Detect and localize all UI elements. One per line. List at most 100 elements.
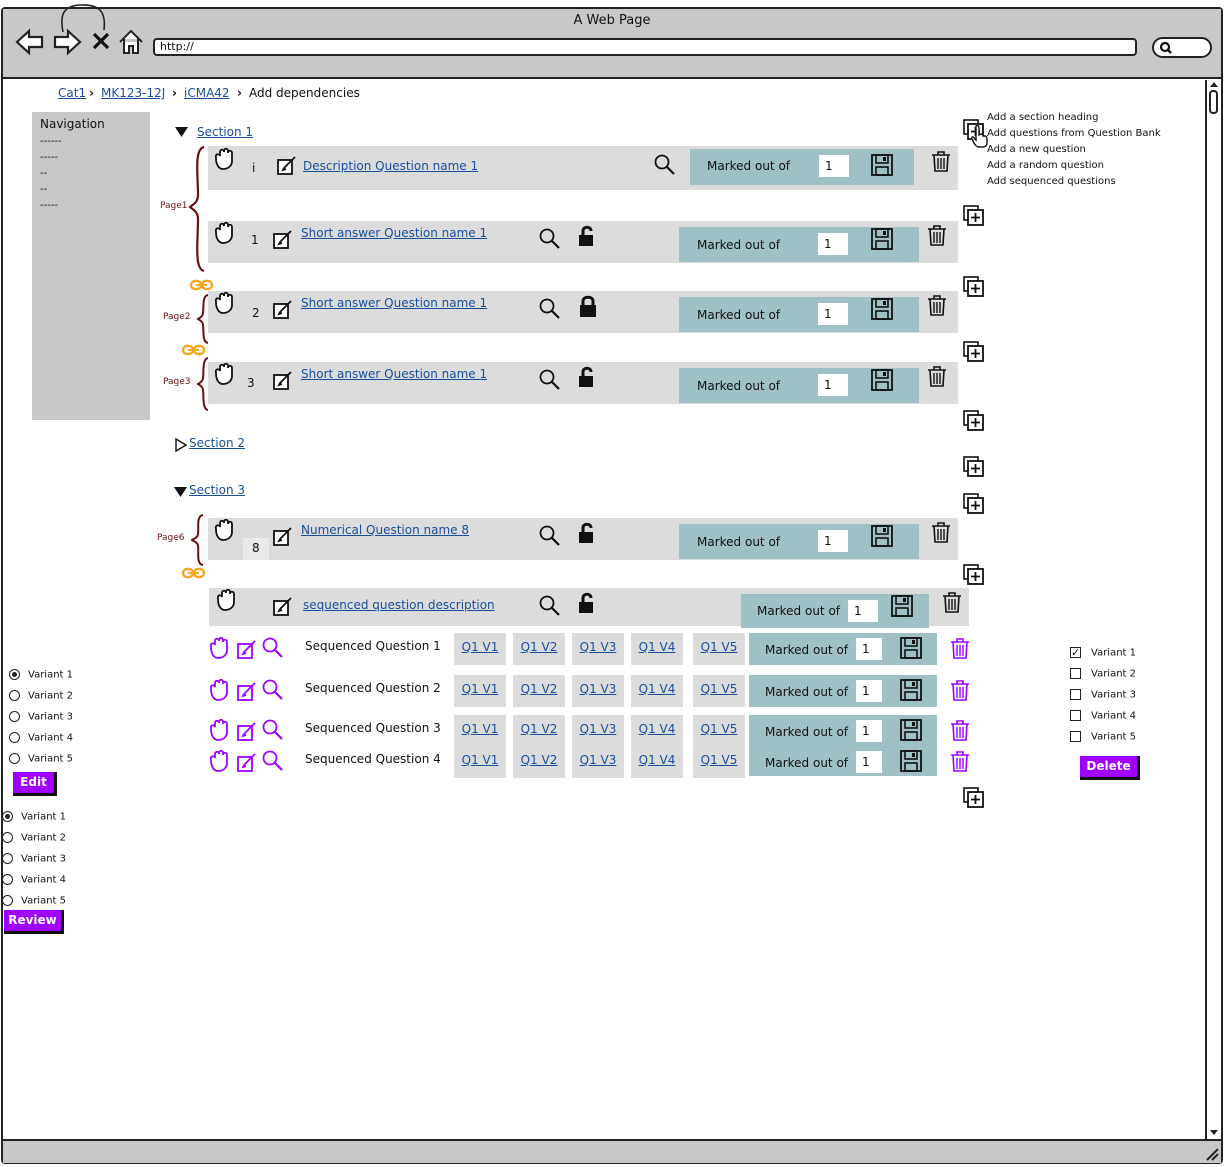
radio-selected-icon[interactable] — [9, 669, 20, 680]
delete-trash-icon[interactable] — [927, 366, 947, 387]
add-item-icon[interactable] — [963, 276, 985, 298]
save-icon[interactable] — [900, 637, 922, 659]
variant-link[interactable]: Q1 V5 — [693, 675, 745, 707]
variant-link[interactable]: Q1 V1 — [454, 746, 506, 778]
variant-edit-option[interactable]: Variant 5 — [9, 753, 73, 765]
section-collapsed-icon[interactable] — [175, 437, 188, 453]
add-item-icon[interactable] — [963, 341, 985, 363]
link-icon[interactable] — [189, 279, 214, 291]
unlock-icon[interactable] — [578, 522, 596, 544]
variant-delete-option[interactable]: Variant 3 — [1070, 689, 1136, 701]
variant-review-option[interactable]: Variant 5 — [2, 895, 66, 907]
scroll-down-icon[interactable] — [1209, 1129, 1219, 1136]
marked-out-of-input[interactable]: 1 — [856, 751, 882, 773]
variant-link[interactable]: Q1 V3 — [572, 633, 624, 665]
scroll-up-icon[interactable] — [1209, 81, 1219, 88]
save-icon[interactable] — [871, 369, 893, 391]
variant-link[interactable]: Q1 V3 — [572, 715, 624, 747]
drag-handle-icon[interactable] — [208, 678, 230, 701]
variant-review-option[interactable]: Variant 2 — [2, 832, 66, 844]
radio-icon[interactable] — [9, 711, 20, 722]
save-icon[interactable] — [871, 154, 893, 176]
save-icon[interactable] — [900, 719, 922, 741]
delete-trash-icon[interactable] — [927, 295, 947, 316]
delete-button[interactable]: Delete — [1080, 756, 1140, 780]
edit-button[interactable]: Edit — [13, 772, 57, 796]
preview-search-icon[interactable] — [539, 228, 561, 250]
unlock-icon[interactable] — [578, 592, 596, 614]
question-name-link[interactable]: Short answer Question name 1 — [301, 226, 487, 240]
review-button[interactable]: Review — [4, 910, 64, 934]
variant-link[interactable]: Q1 V2 — [513, 633, 565, 665]
variant-link[interactable]: Q1 V1 — [454, 675, 506, 707]
checkbox-checked-icon[interactable]: ✓ — [1070, 647, 1081, 658]
preview-search-icon[interactable] — [539, 525, 561, 547]
save-icon[interactable] — [900, 679, 922, 701]
breadcrumb-mk123[interactable]: MK123-12J — [101, 86, 165, 100]
marked-out-of-input[interactable]: 1 — [819, 155, 849, 177]
variant-link[interactable]: Q1 V3 — [572, 675, 624, 707]
link-icon[interactable] — [181, 567, 206, 579]
nav-item[interactable]: -- — [40, 185, 47, 195]
add-item-icon[interactable] — [963, 456, 985, 478]
variant-delete-option[interactable]: Variant 5 — [1070, 731, 1136, 743]
menu-add-section-heading[interactable]: Add a section heading — [987, 112, 1098, 123]
section-expanded-icon[interactable] — [175, 127, 188, 138]
drag-handle-icon[interactable] — [213, 362, 235, 385]
home-icon[interactable] — [118, 28, 144, 56]
nav-item[interactable]: ------ — [40, 137, 62, 147]
menu-add-sequenced-questions[interactable]: Add sequenced questions — [987, 176, 1116, 187]
delete-trash-icon[interactable] — [931, 522, 951, 543]
edit-icon[interactable] — [273, 596, 293, 616]
variant-review-option[interactable]: Variant 4 — [2, 874, 66, 886]
unlock-icon[interactable] — [578, 225, 596, 247]
variant-link[interactable]: Q1 V5 — [693, 633, 745, 665]
drag-handle-icon[interactable] — [208, 749, 230, 772]
url-bar[interactable]: http:// — [153, 38, 1137, 56]
preview-search-icon[interactable] — [262, 719, 284, 741]
save-icon[interactable] — [891, 595, 913, 617]
radio-icon[interactable] — [9, 690, 20, 701]
add-item-icon[interactable] — [963, 787, 985, 809]
delete-trash-icon[interactable] — [927, 225, 947, 246]
edit-icon[interactable] — [237, 721, 257, 741]
variant-link[interactable]: Q1 V2 — [513, 746, 565, 778]
drag-handle-icon[interactable] — [213, 221, 235, 244]
delete-trash-icon[interactable] — [931, 151, 951, 172]
question-name-link[interactable]: Description Question name 1 — [303, 159, 478, 173]
sequenced-description-link[interactable]: sequenced question description — [303, 598, 495, 612]
delete-trash-icon[interactable] — [950, 638, 970, 659]
drag-handle-icon[interactable] — [213, 291, 235, 314]
variant-link[interactable]: Q1 V4 — [631, 633, 683, 665]
lock-icon[interactable] — [579, 295, 597, 317]
checkbox-icon[interactable] — [1070, 668, 1081, 679]
checkbox-icon[interactable] — [1070, 731, 1081, 742]
variant-delete-option[interactable]: ✓ Variant 1 — [1070, 647, 1136, 659]
radio-icon[interactable] — [2, 853, 13, 864]
marked-out-of-input[interactable]: 1 — [818, 374, 848, 396]
edit-icon[interactable] — [273, 526, 293, 546]
variant-link[interactable]: Q1 V5 — [693, 746, 745, 778]
menu-add-random-question[interactable]: Add a random question — [987, 160, 1104, 171]
save-icon[interactable] — [900, 750, 922, 772]
resize-grip-icon[interactable] — [1205, 1147, 1219, 1161]
breadcrumb-cat1[interactable]: Cat1 — [58, 86, 86, 100]
drag-handle-icon[interactable] — [213, 518, 235, 541]
marked-out-of-input[interactable]: 1 — [856, 720, 882, 742]
variant-link[interactable]: Q1 V4 — [631, 746, 683, 778]
preview-search-icon[interactable] — [654, 154, 676, 176]
menu-add-new-question[interactable]: Add a new question — [987, 144, 1086, 155]
nav-item[interactable]: -- — [40, 169, 47, 179]
nav-item[interactable]: ----- — [40, 153, 58, 163]
edit-icon[interactable] — [273, 370, 293, 390]
variant-link[interactable]: Q1 V4 — [631, 715, 683, 747]
stop-icon[interactable] — [92, 32, 110, 50]
edit-icon[interactable] — [237, 752, 257, 772]
save-icon[interactable] — [871, 525, 893, 547]
save-icon[interactable] — [871, 298, 893, 320]
radio-icon[interactable] — [9, 753, 20, 764]
variant-link[interactable]: Q1 V2 — [513, 715, 565, 747]
edit-icon[interactable] — [277, 155, 297, 175]
question-name-link[interactable]: Numerical Question name 8 — [301, 523, 469, 537]
menu-add-from-question-bank[interactable]: Add questions from Question Bank — [987, 128, 1161, 139]
